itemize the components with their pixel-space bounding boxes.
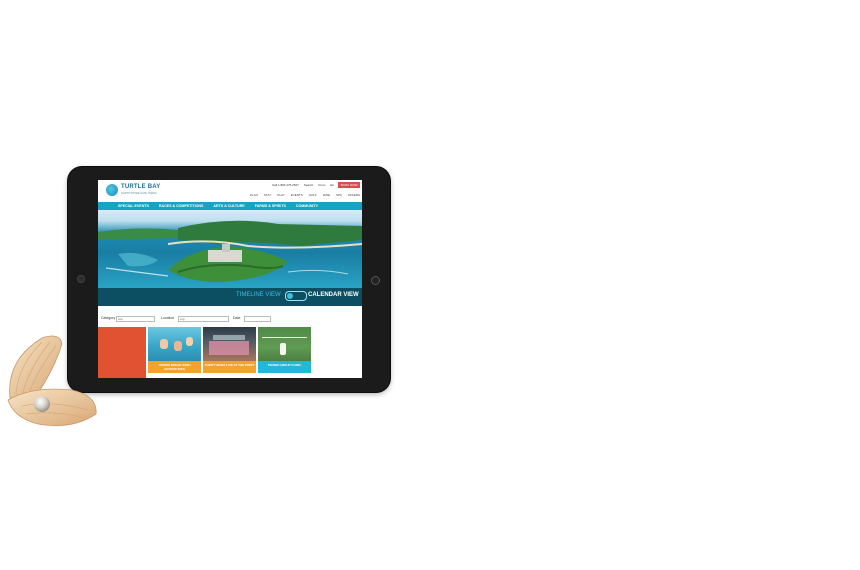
tablet-home-button[interactable] — [371, 276, 380, 285]
nav-dine[interactable]: DINE — [323, 193, 330, 197]
logo-text[interactable]: TURTLE BAY — [121, 184, 160, 190]
featured-tile[interactable] — [98, 327, 146, 378]
nav-offers[interactable]: OFFERS — [348, 193, 360, 197]
hero-image — [98, 210, 362, 288]
tablet-screen: TURTLE BAY NORTH SHORE OAHU HAWAII Call … — [98, 180, 362, 378]
date-filter-label: Date — [233, 316, 241, 320]
timeline-view-label[interactable]: TIMELINE VIEW — [236, 292, 281, 298]
nav-events[interactable]: EVENTS — [291, 193, 303, 197]
category-bar: SPECIAL EVENTS RACES & COMPETITIONS ARTS… — [98, 202, 362, 210]
search-link[interactable]: Search — [304, 183, 314, 187]
nav-play[interactable]: PLAY — [277, 193, 284, 197]
logo-subtitle: NORTH SHORE OAHU HAWAII — [121, 192, 157, 195]
cat-races[interactable]: RACES & COMPETITIONS — [159, 202, 204, 210]
event-caption: TENNIS GROUP CLINIC — [258, 361, 311, 373]
event-image — [203, 327, 256, 361]
date-input[interactable] — [244, 316, 271, 322]
event-card[interactable]: SPRING BREAK KEIKI ADVENTURES — [148, 327, 201, 378]
location-select[interactable]: Any — [178, 316, 229, 322]
event-image — [148, 327, 201, 361]
tablet-camera — [77, 275, 85, 283]
category-select[interactable]: Any — [116, 316, 155, 322]
event-caption: SPRING BREAK KEIKI ADVENTURES — [148, 361, 201, 373]
view-toggle-switch[interactable] — [285, 291, 307, 301]
site-header: TURTLE BAY NORTH SHORE OAHU HAWAII Call … — [98, 180, 362, 202]
utility-links: Call 1.866.475.2567 Search From En — [272, 183, 334, 187]
nav-plan[interactable]: PLAN — [250, 193, 258, 197]
toggle-knob — [287, 293, 293, 299]
nav-golf[interactable]: GOLF — [309, 193, 317, 197]
cat-community[interactable]: COMMUNITY — [296, 202, 318, 210]
language-select[interactable]: En — [330, 183, 334, 187]
nav-stay[interactable]: STAY — [264, 193, 271, 197]
phone-link[interactable]: Call 1.866.475.2567 — [272, 183, 299, 187]
event-card[interactable]: TENNIS GROUP CLINIC — [258, 327, 311, 378]
event-image — [258, 327, 311, 361]
nav-spa[interactable]: SPA — [336, 193, 342, 197]
location-filter-label: Location — [161, 316, 175, 320]
category-filter-label: Category — [101, 316, 116, 320]
seashell-pearl-image — [7, 335, 97, 427]
event-card[interactable]: THIRTY MANA LIVE AT THE POINT — [203, 327, 256, 378]
cat-arts[interactable]: ARTS & CULTURE — [213, 202, 244, 210]
book-now-button[interactable]: BOOK NOW — [338, 182, 360, 188]
logo-icon[interactable] — [106, 184, 118, 196]
top-nav: PLAN STAY PLAY EVENTS GOLF DINE SPA OFFE… — [250, 193, 360, 197]
cat-farms[interactable]: FARMS & SPIRITS — [255, 202, 286, 210]
event-caption: THIRTY MANA LIVE AT THE POINT — [203, 361, 256, 373]
from-select[interactable]: From — [318, 183, 325, 187]
calendar-view-label[interactable]: CALENDAR VIEW — [308, 292, 359, 298]
cat-special-events[interactable]: SPECIAL EVENTS — [118, 202, 149, 210]
